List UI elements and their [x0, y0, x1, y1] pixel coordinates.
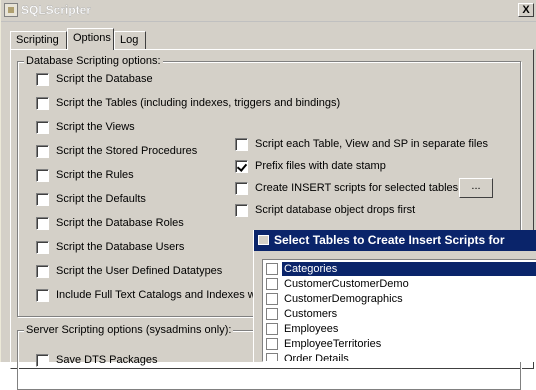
db-option-6[interactable]: Script the Database Roles [36, 215, 184, 231]
checkbox-label: Script the Defaults [56, 193, 146, 205]
checkbox[interactable] [36, 240, 49, 254]
server-group-label: Server Scripting options (sysadmins only… [24, 324, 234, 336]
checkbox-label: Script the Rules [56, 169, 134, 181]
dialog-title: Select Tables to Create Insert Scripts f… [274, 233, 505, 247]
checkbox[interactable] [36, 120, 49, 134]
table-checkbox[interactable] [266, 352, 278, 361]
db-right-option-1[interactable]: Prefix files with date stamp [235, 158, 386, 174]
checkbox-label: Create INSERT scripts for selected table… [255, 182, 459, 194]
checkbox[interactable] [235, 181, 248, 195]
table-name: Categories [282, 261, 536, 276]
select-tables-dialog: Select Tables to Create Insert Scripts f… [253, 230, 536, 362]
db-option-9[interactable]: Include Full Text Catalogs and Indexes w… [36, 287, 258, 303]
table-list-item[interactable]: Customers [264, 306, 536, 321]
checkbox[interactable] [36, 288, 49, 302]
tables-checklist[interactable]: Categories CustomerCustomerDemo CustomerDe… [262, 259, 536, 362]
tab-options[interactable]: Options [67, 28, 114, 50]
table-name: EmployeeTerritories [284, 337, 382, 350]
db-option-0[interactable]: Script the Database [36, 71, 153, 87]
tab-scripting[interactable]: Scripting [10, 31, 67, 50]
checkbox-label: Script the Tables (including indexes, tr… [56, 97, 341, 109]
dialog-title-bar: Select Tables to Create Insert Scripts f… [254, 230, 536, 251]
table-list-item[interactable]: CustomerDemographics [264, 291, 536, 306]
checkbox-label: Prefix files with date stamp [255, 160, 386, 172]
db-option-5[interactable]: Script the Defaults [36, 191, 146, 207]
table-checkbox[interactable] [266, 337, 278, 350]
table-list-item[interactable]: Order Details [264, 351, 536, 362]
table-checkbox[interactable] [266, 262, 278, 275]
table-list-item[interactable]: Employees [264, 321, 536, 336]
server-option-0[interactable]: Save DTS Packages [36, 352, 158, 368]
db-option-1[interactable]: Script the Tables (including indexes, tr… [36, 95, 340, 111]
table-name: Employees [284, 322, 339, 335]
table-list-item[interactable]: Categories [264, 261, 536, 276]
checkbox[interactable] [36, 72, 49, 86]
table-name: Customers [284, 307, 338, 320]
checkbox[interactable] [36, 216, 49, 230]
checkbox-label: Script the Database Users [56, 241, 185, 253]
checkbox[interactable] [235, 137, 248, 151]
database-group-label: Database Scripting options: [24, 55, 163, 67]
table-name: CustomerDemographics [284, 292, 403, 305]
app-icon [4, 3, 18, 17]
checkbox[interactable] [235, 159, 248, 173]
checkbox-label: Script the Views [56, 121, 135, 133]
checkbox-label: Save DTS Packages [56, 354, 158, 366]
tab-log[interactable]: Log [114, 31, 146, 50]
checkbox[interactable] [36, 192, 49, 206]
db-right-option-2[interactable]: Create INSERT scripts for selected table… [235, 180, 458, 196]
checkbox-label: Script the Stored Procedures [56, 145, 198, 157]
checkbox-label: Include Full Text Catalogs and Indexes w… [56, 289, 259, 301]
browse-tables-button[interactable]: ... [459, 178, 493, 198]
table-checkbox[interactable] [266, 292, 278, 305]
window-title: SQLScripter [21, 3, 92, 17]
checkbox-label: Script the Database Roles [56, 217, 184, 229]
checkbox[interactable] [36, 168, 49, 182]
db-option-7[interactable]: Script the Database Users [36, 239, 184, 255]
db-right-option-3[interactable]: Script database object drops first [235, 202, 415, 218]
table-name: CustomerCustomerDemo [284, 277, 409, 290]
db-option-3[interactable]: Script the Stored Procedures [36, 143, 197, 159]
checkbox[interactable] [36, 144, 49, 158]
checkbox-label: Script each Table, View and SP in separa… [255, 138, 488, 150]
table-checkbox[interactable] [266, 307, 278, 320]
checkbox-label: Script the Database [56, 73, 153, 85]
table-list-item[interactable]: CustomerCustomerDemo [264, 276, 536, 291]
checkbox[interactable] [36, 264, 49, 278]
checkbox[interactable] [235, 203, 248, 217]
db-option-8[interactable]: Script the User Defined Datatypes [36, 263, 222, 279]
table-list-item[interactable]: EmployeeTerritories [264, 336, 536, 351]
db-option-4[interactable]: Script the Rules [36, 167, 134, 183]
checkbox[interactable] [36, 96, 49, 110]
dialog-icon [258, 235, 269, 245]
table-checkbox[interactable] [266, 277, 278, 290]
table-name: Order Details [284, 352, 349, 362]
db-option-2[interactable]: Script the Views [36, 119, 135, 135]
checkbox-label: Script database object drops first [255, 204, 416, 216]
checkbox-label: Script the User Defined Datatypes [56, 265, 223, 277]
close-button[interactable]: X [518, 3, 534, 17]
db-right-option-0[interactable]: Script each Table, View and SP in separa… [235, 136, 488, 152]
table-checkbox[interactable] [266, 322, 278, 335]
title-bar: SQLScripter X [1, 0, 536, 22]
checkbox[interactable] [36, 353, 49, 367]
